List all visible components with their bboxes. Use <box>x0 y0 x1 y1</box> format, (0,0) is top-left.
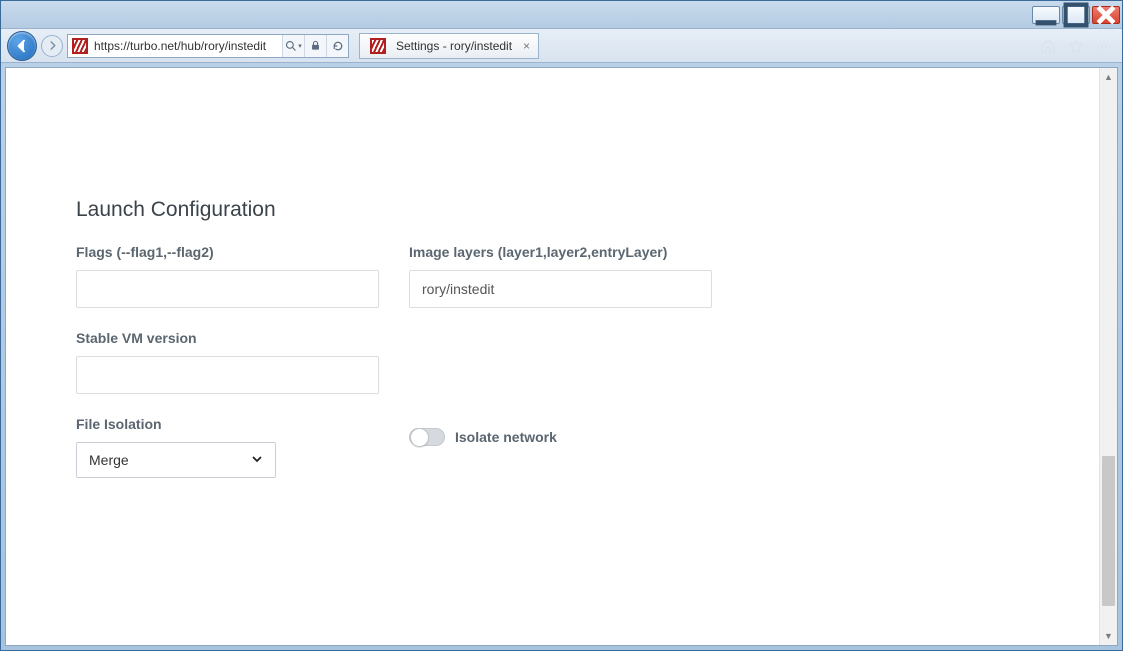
refresh-button[interactable] <box>326 35 348 57</box>
file-isolation-value: Merge <box>89 452 129 468</box>
file-isolation-select[interactable]: Merge <box>76 442 276 478</box>
url-input[interactable] <box>92 35 282 57</box>
chevron-down-icon <box>251 453 263 468</box>
nav-back-button[interactable] <box>7 31 37 61</box>
window-minimize-button[interactable] <box>1032 6 1060 24</box>
tab-close-button[interactable]: × <box>521 39 532 53</box>
browser-toolbar: ▾ Settings - rory/instedit × <box>1 29 1122 63</box>
toggle-knob <box>410 428 429 447</box>
layers-field: Image layers (layer1,layer2,entryLayer) <box>409 244 712 308</box>
browser-tab[interactable]: Settings - rory/instedit × <box>359 33 539 59</box>
stable-vm-input[interactable] <box>76 356 379 394</box>
stable-vm-label: Stable VM version <box>76 330 379 346</box>
scroll-up-arrow-icon[interactable]: ▲ <box>1100 68 1117 86</box>
isolate-network-field: Isolate network <box>409 416 712 456</box>
site-favicon-icon <box>72 38 88 54</box>
scroll-down-arrow-icon[interactable]: ▼ <box>1100 627 1117 645</box>
settings-gear-icon[interactable] <box>1095 37 1113 55</box>
flags-label: Flags (--flag1,--flag2) <box>76 244 379 260</box>
isolate-network-toggle[interactable] <box>409 428 445 446</box>
tab-favicon-icon <box>370 38 386 54</box>
browser-window: ▾ Settings - rory/instedit × Launch <box>0 0 1123 651</box>
scroll-track[interactable] <box>1100 86 1117 627</box>
scroll-thumb[interactable] <box>1102 456 1115 606</box>
nav-forward-button[interactable] <box>41 35 63 57</box>
tab-title: Settings - rory/instedit <box>396 39 515 53</box>
file-isolation-field: File Isolation Merge <box>76 416 379 478</box>
page-content: Launch Configuration Flags (--flag1,--fl… <box>6 68 1099 645</box>
flags-field: Flags (--flag1,--flag2) <box>76 244 379 308</box>
isolate-network-label: Isolate network <box>455 429 557 445</box>
section-title: Launch Configuration <box>76 198 1099 222</box>
flags-input[interactable] <box>76 270 379 308</box>
window-titlebar <box>1 1 1122 29</box>
file-isolation-label: File Isolation <box>76 416 379 432</box>
layers-input[interactable] <box>409 270 712 308</box>
security-lock-icon[interactable] <box>304 35 326 57</box>
vertical-scrollbar[interactable]: ▲ ▼ <box>1099 68 1117 645</box>
address-bar: ▾ <box>67 34 349 58</box>
layers-label: Image layers (layer1,layer2,entryLayer) <box>409 244 712 260</box>
favorites-star-icon[interactable] <box>1067 37 1085 55</box>
window-close-button[interactable] <box>1092 6 1120 24</box>
stable-vm-field: Stable VM version <box>76 330 379 394</box>
page-viewport: Launch Configuration Flags (--flag1,--fl… <box>5 67 1118 646</box>
home-icon[interactable] <box>1039 37 1057 55</box>
search-dropdown-button[interactable]: ▾ <box>282 35 304 57</box>
window-maximize-button[interactable] <box>1062 6 1090 24</box>
